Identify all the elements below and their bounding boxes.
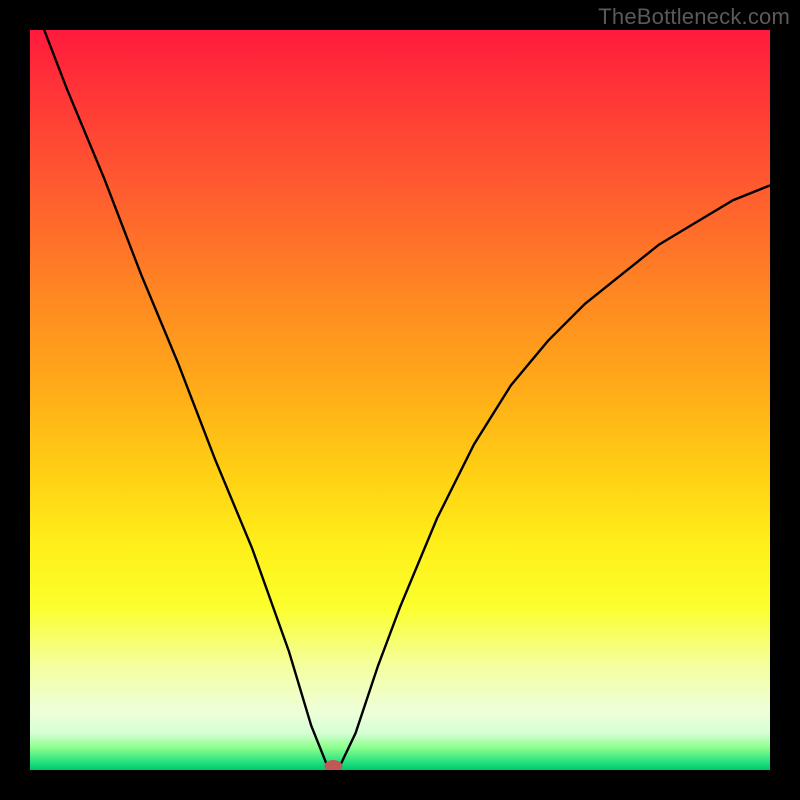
optimal-marker <box>324 760 342 770</box>
chart-frame: TheBottleneck.com <box>0 0 800 800</box>
chart-svg <box>30 30 770 770</box>
watermark-text: TheBottleneck.com <box>598 4 790 30</box>
plot-area <box>30 30 770 770</box>
bottleneck-curve <box>30 30 770 769</box>
